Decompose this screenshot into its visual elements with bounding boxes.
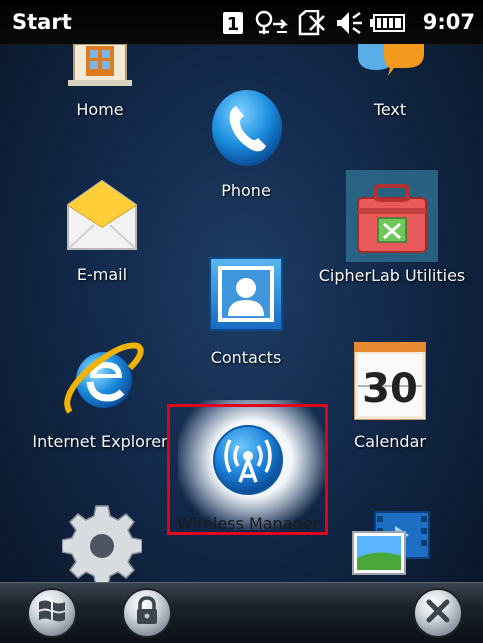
close-icon [424,597,452,629]
app-tile-internet-explorer[interactable]: Internet Explorer [30,338,170,453]
app-tile-calendar[interactable]: 30 Calendar [330,341,450,457]
sim-1-icon[interactable]: 1 [222,11,244,39]
sim-number: 1 [227,14,240,35]
app-tile-text[interactable]: Text [330,44,450,124]
volume-icon[interactable] [336,10,364,40]
page-title: Start [12,10,72,34]
app-tile-cipherlab-utilities[interactable]: CipherLab Utilities [312,170,472,285]
app-label: Text [373,100,407,119]
clock-time[interactable]: 9:07 [423,10,475,34]
bottom-toolbar [0,582,483,643]
close-button[interactable] [413,588,463,638]
selection-highlight [167,404,328,535]
app-tile-email[interactable]: E-mail [42,175,162,285]
app-label: Contacts [210,348,282,367]
app-label: Calendar [354,432,426,451]
no-sim-card-icon[interactable] [296,9,328,40]
text-message-icon [354,44,426,88]
calendar-icon: 30 [353,341,427,424]
app-tile-home[interactable]: Home [40,43,160,124]
start-button[interactable] [27,588,77,638]
status-bar: Start 1 9:07 [0,0,483,45]
email-envelope-icon [64,175,140,257]
battery-icon[interactable] [370,13,406,37]
start-screen: Start 1 9:07 Home Text Phone E-mail Ciph… [0,0,483,643]
home-icon [68,43,132,92]
calendar-date: 30 [362,366,418,412]
phone-icon [210,88,284,172]
internet-explorer-icon [60,338,144,422]
app-label: Home [76,100,124,119]
app-tile-contacts[interactable]: Contacts [186,256,306,371]
lock-button[interactable] [122,588,172,638]
pictures-videos-icon [351,508,431,586]
app-label: Phone [221,181,271,200]
app-label: E-mail [76,265,128,284]
app-tile-pictures-videos[interactable] [345,508,445,582]
settings-gear-icon [61,502,143,587]
contacts-icon [208,256,284,336]
lock-icon [134,596,160,630]
app-label: CipherLab Utilities [318,266,466,285]
app-label: Internet Explorer [32,432,168,451]
windows-start-icon [37,597,67,629]
app-tile-settings[interactable] [58,502,148,587]
toolbox-icon [346,170,438,266]
app-tile-phone[interactable]: Phone [186,88,306,200]
network-sync-icon[interactable] [255,10,289,40]
